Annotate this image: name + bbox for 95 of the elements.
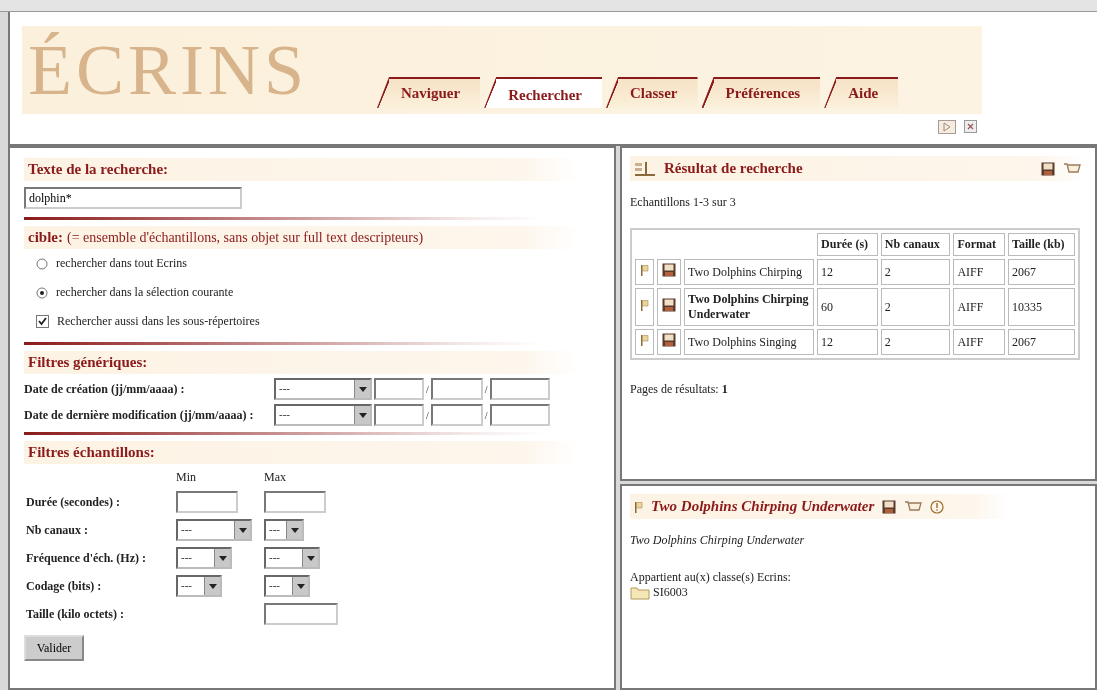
info-icon[interactable] [930, 499, 945, 514]
filter-label: Codage (bits) : [26, 578, 103, 594]
sample-description: Two Dolphins Chirping Underwater [630, 533, 806, 548]
day-field[interactable] [374, 404, 424, 426]
filter-label: Nb canaux : [26, 522, 89, 538]
dropdown[interactable]: --- [176, 575, 222, 597]
date-separator: / [484, 383, 488, 395]
option-label: rechercher dans tout Ecrins [56, 256, 187, 271]
column-label: Max [264, 470, 287, 485]
column-header: Durée (s) [817, 233, 878, 256]
search-field[interactable]: dolphin* [24, 187, 242, 209]
filter-label: Date de création (jj/mm/aaaa) : [24, 381, 186, 397]
dropdown-arrow-icon[interactable] [306, 555, 315, 561]
nav-tab[interactable]: Aide [824, 77, 899, 108]
flag-icon[interactable] [639, 264, 649, 276]
filter-label: Taille (kilo octets) : [26, 606, 125, 622]
date-separator: / [484, 409, 488, 421]
option-label: Rechercher aussi dans les sous-répertoires [57, 314, 260, 329]
section-title: cible: [28, 229, 63, 246]
radio-button[interactable] [36, 257, 48, 270]
table-cell: AIFF [953, 329, 1005, 355]
nav-tab[interactable]: Classer [606, 77, 698, 108]
table-cell: 2 [880, 329, 951, 355]
dropdown[interactable]: --- [274, 378, 372, 400]
table-cell: 12 [817, 259, 878, 285]
table-cell: 12 [817, 329, 878, 355]
dropdown-arrow-icon[interactable] [358, 412, 367, 418]
save-icon[interactable] [882, 499, 897, 514]
classes-label: Appartient au(x) classe(s) Ecrins: [630, 570, 792, 585]
column-header: Taille (kb) [1008, 233, 1075, 256]
sample-name[interactable]: Two Dolphins Singing [684, 329, 815, 355]
month-field[interactable] [430, 404, 483, 426]
filter-label: Date de dernière modification (jj/mm/aaaa) : [24, 407, 255, 423]
search-results-icon [634, 160, 656, 177]
table-cell: 2 [880, 259, 951, 285]
sample-name[interactable]: Two Dolphins Chirping [684, 259, 815, 285]
pages-label: Pages de résultats: [630, 382, 719, 397]
save-icon[interactable] [661, 298, 676, 312]
radio-button[interactable] [36, 286, 48, 299]
dropdown-arrow-icon[interactable] [218, 555, 227, 561]
dropdown[interactable]: --- [176, 519, 252, 541]
table-cell: 2067 [1008, 259, 1075, 285]
results-summary: Echantillons 1-3 sur 3 [630, 195, 737, 210]
panel-title: Résultat de recherche [664, 160, 803, 177]
dropdown[interactable]: --- [274, 404, 372, 426]
table-cell: AIFF [953, 288, 1005, 326]
dropdown[interactable]: --- [176, 547, 232, 569]
dropdown-arrow-icon[interactable] [208, 583, 217, 589]
year-field[interactable] [489, 404, 550, 426]
dropdown-arrow-icon[interactable] [358, 386, 367, 392]
close-icon[interactable] [964, 120, 977, 133]
max-field[interactable] [264, 491, 326, 513]
flag-icon[interactable] [634, 500, 643, 513]
class-link[interactable]: SI6003 [653, 585, 688, 600]
column-label: Min [176, 470, 197, 485]
page-link[interactable]: 1 [721, 382, 728, 397]
save-icon[interactable] [661, 333, 676, 347]
panel-title: Two Dolphins Chirping Underwater [651, 498, 875, 515]
cart-icon[interactable] [1063, 161, 1081, 176]
cart-icon[interactable] [904, 499, 923, 514]
max-field[interactable] [264, 603, 338, 625]
dropdown[interactable]: --- [264, 575, 310, 597]
filter-label: Durée (secondes) : [26, 494, 121, 510]
date-separator: / [426, 409, 429, 421]
save-icon[interactable] [661, 263, 676, 277]
sample-name[interactable]: Two Dolphins Chirping Underwater [684, 288, 815, 326]
nav-tab[interactable]: Préférences [701, 77, 821, 108]
month-field[interactable] [430, 378, 483, 400]
site-logo: ÉCRINS [28, 32, 309, 108]
table-cell: 60 [817, 288, 878, 326]
dropdown[interactable]: --- [264, 547, 320, 569]
filter-label: Fréquence d'éch. (Hz) : [26, 550, 147, 566]
table-cell: 10335 [1008, 288, 1075, 326]
min-field[interactable] [176, 491, 238, 513]
flag-icon[interactable] [639, 299, 649, 311]
option-label: rechercher dans la sélection courante [56, 285, 234, 300]
column-header: Format [953, 233, 1005, 256]
checkbox[interactable] [36, 315, 49, 328]
submit-button[interactable]: Valider [24, 635, 84, 661]
year-field[interactable] [489, 378, 550, 400]
save-icon[interactable] [1041, 161, 1055, 176]
table-cell: 2067 [1008, 329, 1075, 355]
date-separator: / [426, 383, 429, 395]
section-note: (= ensemble d'échantillons, sans objet sur full text descripteurs) [67, 230, 424, 246]
nav-tab[interactable]: Rechercher [484, 77, 603, 108]
table-cell: 2 [880, 288, 951, 326]
dropdown-arrow-icon[interactable] [238, 527, 247, 533]
nav-tab[interactable]: Naviguer [377, 77, 481, 108]
flag-icon[interactable] [639, 334, 649, 346]
dropdown[interactable]: --- [264, 519, 304, 541]
dropdown-arrow-icon[interactable] [296, 583, 305, 589]
column-header: Nb canaux [880, 233, 951, 256]
table-cell: AIFF [953, 259, 1005, 285]
dropdown-arrow-icon[interactable] [290, 527, 299, 533]
day-field[interactable] [374, 378, 424, 400]
